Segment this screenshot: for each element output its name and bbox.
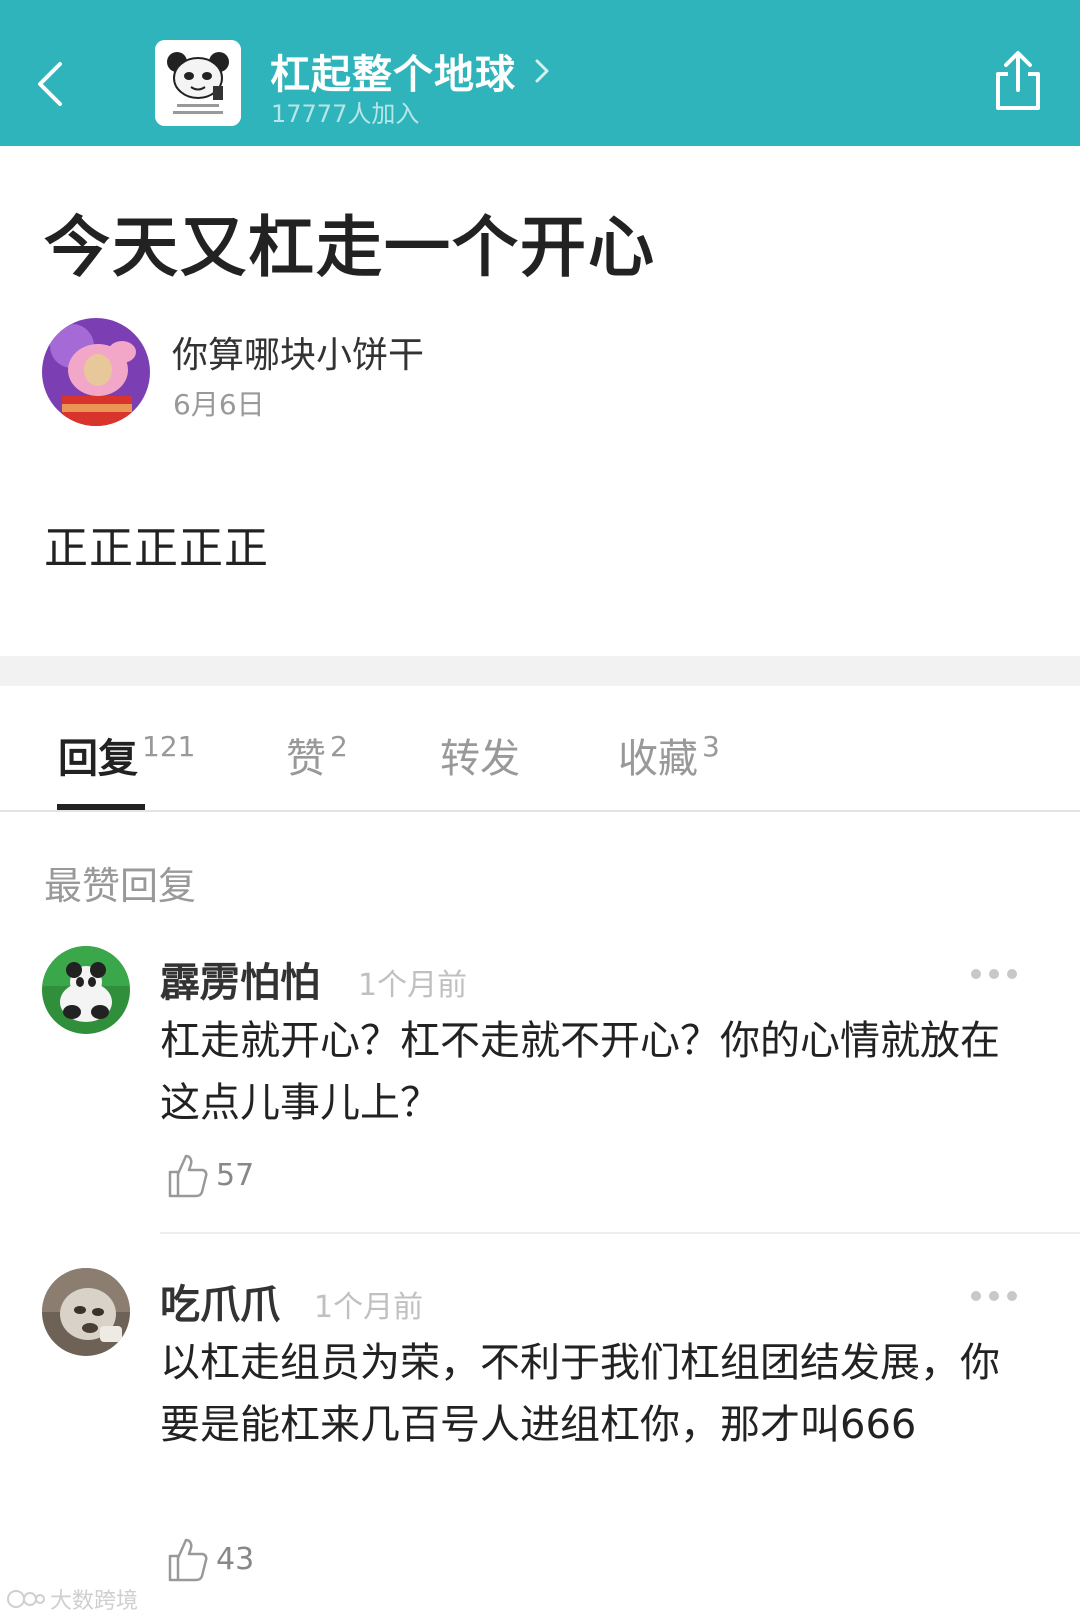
active-tab-indicator: [57, 804, 145, 810]
comment-divider: [160, 1232, 1080, 1234]
like-button[interactable]: 43: [166, 1536, 254, 1582]
more-options-icon[interactable]: [970, 968, 1018, 980]
member-count: 17777人加入: [271, 100, 420, 128]
post-body: 正正正正正: [44, 523, 269, 574]
group-avatar[interactable]: [155, 40, 241, 126]
thumbs-up-icon: [168, 1538, 208, 1582]
group-header: 杠起整个地球 17777人加入: [0, 0, 1080, 146]
commenter-avatar[interactable]: [42, 946, 130, 1034]
tab-replies[interactable]: 回复 121: [58, 726, 195, 784]
tab-label: 回复: [58, 736, 138, 782]
tab-count: 3: [702, 730, 720, 763]
tab-forward[interactable]: 转发: [440, 726, 520, 784]
section-divider: [0, 656, 1080, 686]
tab-count: 2: [330, 730, 348, 763]
tab-likes[interactable]: 赞2: [286, 726, 348, 784]
tab-label: 赞: [286, 736, 326, 782]
tab-favorites[interactable]: 收藏 3: [618, 726, 720, 784]
commenter-avatar[interactable]: [42, 1268, 130, 1356]
section-label: 最赞回复: [44, 864, 197, 908]
commenter-name[interactable]: 吃爪爪: [160, 1272, 280, 1330]
back-icon[interactable]: [28, 52, 76, 112]
like-count: 57: [216, 1157, 255, 1193]
tab-count: 121: [142, 730, 196, 763]
comment-text: 杠走就开心？杠不走就不开心？你的心情就放在这点儿事儿上？: [160, 1018, 1000, 1126]
post-date: 6月6日: [173, 388, 265, 421]
share-icon[interactable]: [990, 48, 1046, 114]
comment-text: 以杠走组员为荣，不利于我们杠组团结发展，你要是能杠来几百号人进组杠你，那才叫66…: [160, 1340, 1000, 1448]
like-count: 43: [216, 1541, 255, 1577]
comment-time: 1个月前: [358, 968, 468, 1003]
tab-label: 收藏: [618, 736, 698, 782]
more-options-icon[interactable]: [970, 1290, 1018, 1302]
author-avatar[interactable]: [42, 318, 150, 426]
tab-bar: 回复 121 赞2 转发 收藏 3: [0, 686, 1080, 812]
commenter-name[interactable]: 霹雳怕怕: [160, 950, 320, 1008]
group-title: 杠起整个地球: [270, 52, 516, 98]
watermark-text: 大数跨境: [50, 1589, 139, 1614]
like-button[interactable]: 57: [166, 1152, 254, 1198]
group-title-link[interactable]: 杠起整个地球: [270, 42, 550, 100]
chevron-right-icon: [535, 59, 549, 83]
watermark-logo-icon: [7, 1590, 45, 1608]
tab-label: 转发: [440, 736, 520, 782]
watermark: 大数跨境: [6, 1583, 138, 1615]
author-name[interactable]: 你算哪块小饼干: [172, 326, 424, 378]
post-title: 今天又杠走一个开心: [44, 209, 656, 286]
thumbs-up-icon: [168, 1154, 208, 1198]
comment-time: 1个月前: [314, 1290, 424, 1325]
